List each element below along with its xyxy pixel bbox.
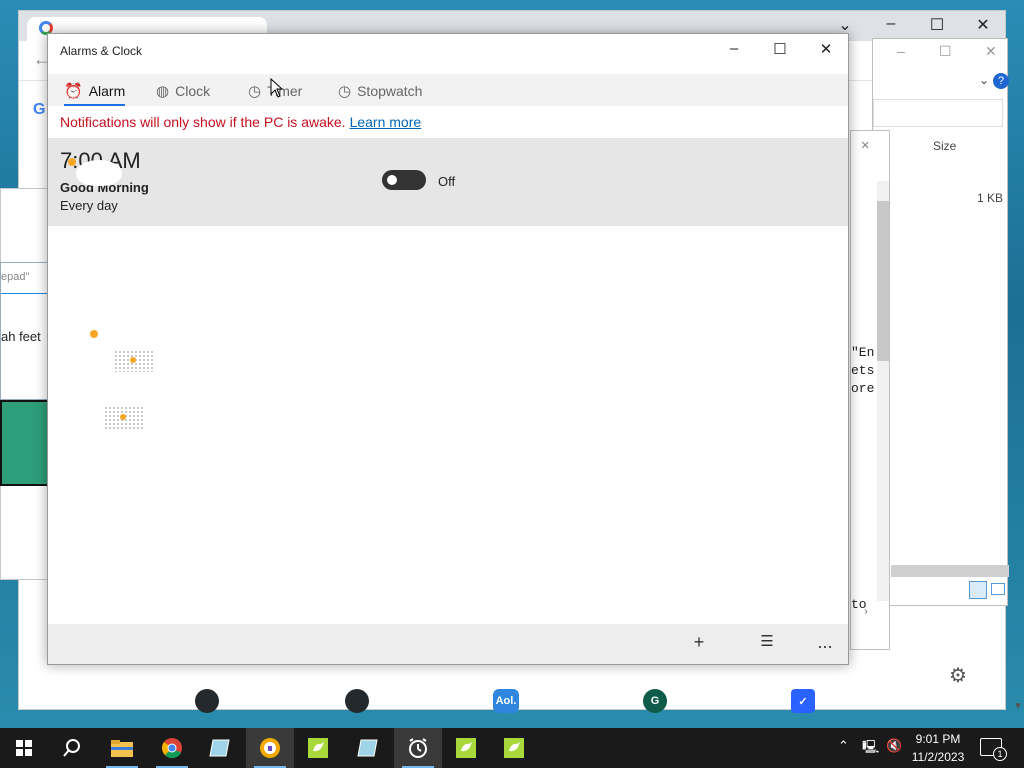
goose-foot <box>120 414 126 420</box>
goose-icon[interactable] <box>490 728 538 768</box>
alarm-icon: ⏰ <box>64 83 83 100</box>
view-toggle[interactable] <box>969 581 1009 601</box>
g-icon[interactable]: G <box>643 689 667 713</box>
goose-sprite[interactable] <box>76 160 122 186</box>
toggle-knob <box>387 175 397 185</box>
chevron-up-icon[interactable]: ⌃ <box>838 738 849 754</box>
toggle-state-label: Off <box>438 174 456 189</box>
large-icons-view-icon[interactable] <box>991 583 1005 595</box>
stopwatch-icon: ◷ <box>338 83 352 100</box>
goose-icon[interactable] <box>294 728 342 768</box>
goose-beak <box>68 158 76 166</box>
command-bar: + ☰ ... <box>48 624 848 664</box>
chevron-down-icon[interactable]: ⌄ <box>825 15 865 35</box>
scrollbar-thumb[interactable] <box>877 201 889 361</box>
gear-icon[interactable]: ⚙ <box>949 663 967 688</box>
goose-beak <box>90 330 98 338</box>
alarm-repeat: Every day <box>60 198 118 213</box>
help-icon[interactable]: ? <box>993 73 1009 89</box>
github-icon[interactable] <box>345 689 369 713</box>
tab-stopwatch[interactable]: ◷ Stopwatch <box>338 78 422 104</box>
close-button[interactable]: ✕ <box>963 15 1003 35</box>
chevron-down-icon[interactable]: ⌄ <box>979 73 989 87</box>
tab-label: Alarm <box>88 83 126 99</box>
volume-muted-icon[interactable]: 🔇 <box>886 738 902 754</box>
select-alarms-button[interactable]: ☰ <box>752 632 782 650</box>
network-icon[interactable]: 🖳 <box>862 738 879 760</box>
close-button[interactable]: ✕ <box>985 43 997 60</box>
editor-line: ore <box>851 381 875 396</box>
close-icon[interactable]: ✕ <box>861 137 869 154</box>
file-explorer-window: – ☐ ✕ ⌄ ? Size 1 KB <box>872 38 1009 606</box>
editor-line: "En <box>851 345 875 360</box>
minimize-button[interactable]: – <box>871 15 911 33</box>
shield-check-icon[interactable]: ✓ <box>791 689 815 713</box>
file-explorer-icon[interactable] <box>98 728 146 768</box>
tab-label: Stopwatch <box>357 83 423 99</box>
goose-foot <box>130 357 136 363</box>
aol-icon[interactable]: Aol. <box>493 689 519 713</box>
notification-count: 1 <box>993 747 1007 761</box>
maximize-button[interactable]: ☐ <box>939 43 952 60</box>
more-options-button[interactable]: ... <box>810 632 840 653</box>
warning-text: Notifications will only show if the PC i… <box>60 114 346 130</box>
taskbar: ⌃ 🖳 🔇 9:01 PM 11/2/2023 1 <box>0 728 1024 768</box>
minimize-button[interactable]: – <box>897 43 905 59</box>
vpn-icon[interactable] <box>246 728 294 768</box>
google-g-icon: G <box>33 101 46 118</box>
add-alarm-button[interactable]: + <box>684 632 714 653</box>
scroll-down-icon[interactable]: ▼ <box>1013 701 1023 712</box>
timer-icon: ◷ <box>248 83 262 100</box>
notification-center-icon[interactable]: 1 <box>980 738 1007 761</box>
tab-bar: ⏰ Alarm ◍ Clock ◷ Timer ◷ Stopwatch <box>48 74 848 106</box>
alarms-clock-icon[interactable] <box>394 728 442 768</box>
size-column-header[interactable]: Size <box>933 139 956 153</box>
scroll-right-icon[interactable]: › <box>863 607 869 618</box>
notepad-icon[interactable] <box>344 728 392 768</box>
dialog-text: ah feet <box>1 329 41 344</box>
windows-start-icon[interactable] <box>0 728 48 768</box>
search-box[interactable] <box>873 99 1003 127</box>
editor-line: ets <box>851 363 875 378</box>
chrome-icon[interactable] <box>148 728 196 768</box>
search-icon[interactable] <box>48 728 96 768</box>
horizontal-scrollbar[interactable] <box>891 565 1009 577</box>
minimize-button[interactable]: – <box>716 40 752 57</box>
notepad-icon[interactable] <box>196 728 244 768</box>
file-size: 1 KB <box>977 191 1004 205</box>
shortcut-icons: Aol. G ✓ <box>169 681 869 721</box>
tab-label: Clock <box>175 83 211 99</box>
dialog-title: epad" <box>1 271 30 283</box>
notification-warning: Notifications will only show if the PC i… <box>60 114 421 130</box>
maximize-button[interactable]: ☐ <box>917 15 957 35</box>
close-button[interactable]: ✕ <box>808 40 844 58</box>
learn-more-link[interactable]: Learn more <box>350 114 422 130</box>
window-title: Alarms & Clock <box>60 44 143 58</box>
clock-date: 11/2/2023 <box>911 750 965 764</box>
tab-clock[interactable]: ◍ Clock <box>156 78 210 104</box>
clock-time: 9:01 PM <box>915 732 961 746</box>
details-view-icon[interactable] <box>969 581 987 599</box>
system-clock[interactable]: 9:01 PM 11/2/2023 <box>906 730 970 766</box>
mouse-cursor <box>270 78 284 98</box>
text-editor-window: ✕ "En ets ore to › <box>850 130 890 650</box>
active-tab-indicator <box>64 104 126 106</box>
alarms-clock-window: Alarms & Clock – ☐ ✕ ⏰ Alarm ◍ Clock ◷ T… <box>47 33 849 665</box>
github-icon[interactable] <box>195 689 219 713</box>
alarm-list-item[interactable]: 7:00 AM Good Morning Every day Off <box>48 138 848 226</box>
alarm-toggle[interactable] <box>382 170 426 190</box>
tab-alarm[interactable]: ⏰ Alarm <box>64 78 126 106</box>
explorer-titlebar: – ☐ ✕ <box>873 39 1007 67</box>
goose-icon[interactable] <box>442 728 490 768</box>
maximize-button[interactable]: ☐ <box>762 40 798 58</box>
globe-icon: ◍ <box>156 83 170 100</box>
